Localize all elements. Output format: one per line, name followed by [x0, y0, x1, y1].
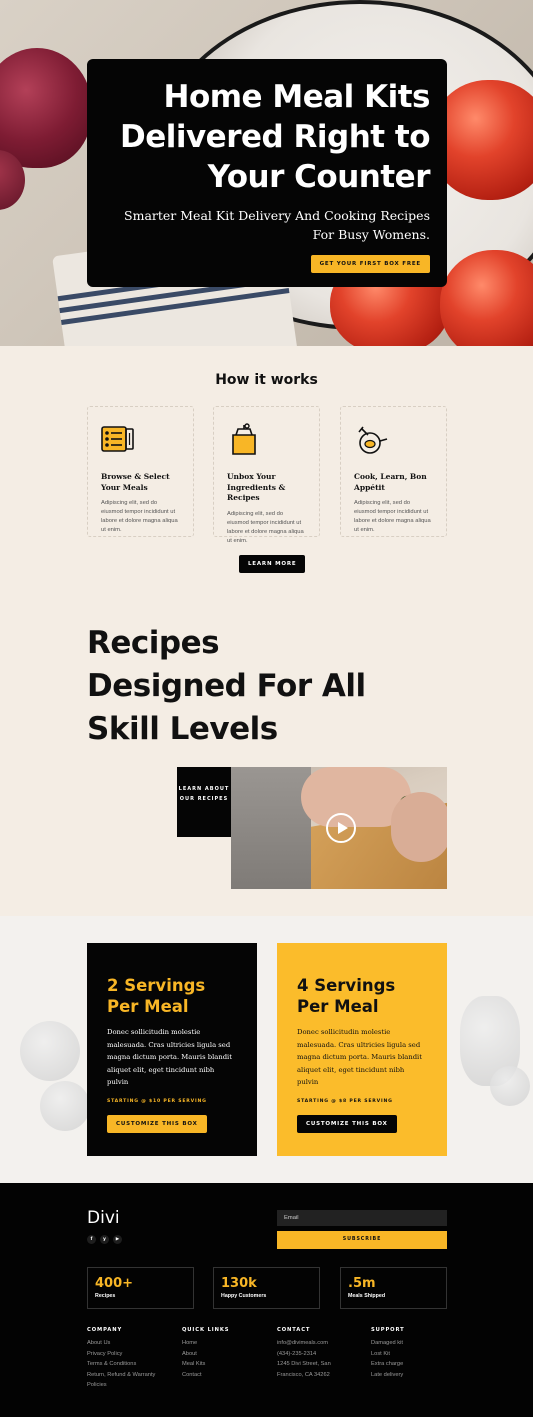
footer-column-support: SUPPORT Damaged kit Lost Kit Extra charg… [371, 1327, 461, 1380]
servings-background [0, 916, 533, 1183]
stat-label: Happy Customers [221, 1293, 267, 1299]
footer-link[interactable]: About [182, 1349, 272, 1360]
footer-link[interactable]: Privacy Policy [87, 1349, 177, 1360]
hero-title: Home Meal Kits Delivered Right to Your C… [119, 79, 431, 195]
hero-card: Home Meal Kits Delivered Right to Your C… [87, 59, 447, 287]
serving-card: 2 Servings Per Meal Donec sollicitudin m… [87, 943, 257, 1156]
vegetable-image [490, 1066, 530, 1106]
learn-more-button[interactable]: LEARN MORE [239, 555, 306, 573]
how-it-works-title: How it works [215, 372, 318, 388]
customize-box-button[interactable]: CUSTOMIZE THIS BOX [107, 1114, 207, 1133]
youtube-icon[interactable]: ▶ [113, 1235, 122, 1244]
footer-link[interactable]: Lost Kit [371, 1349, 461, 1360]
footer-link[interactable]: Extra charge [371, 1359, 461, 1370]
step-card: Browse & Select Your Meals Adipiscing el… [87, 406, 194, 537]
footer-column-contact: CONTACT info@divimeals.com (434)-235-231… [277, 1327, 367, 1380]
menu-list-icon [101, 426, 134, 452]
subscribe-button[interactable]: SUBSCRIBE [277, 1231, 447, 1249]
learn-about-recipes-label: LEARN ABOUT OUR RECIPES [178, 786, 230, 802]
footer-column-title: QUICK LINKS [182, 1327, 230, 1333]
footer-link[interactable]: info@divimeals.com [277, 1338, 367, 1349]
footer-column-title: COMPANY [87, 1327, 123, 1333]
footer-link[interactable]: About Us [87, 1338, 177, 1349]
stat-box: 400+ Recipes [87, 1267, 194, 1309]
footer-link[interactable]: Damaged kit [371, 1338, 461, 1349]
step-text: Adipiscing elit, sed do eiusmod tempor i… [227, 510, 304, 544]
serving-card: 4 Servings Per Meal Donec sollicitudin m… [277, 943, 447, 1156]
footer-link: Francisco, CA 34262 [277, 1371, 330, 1378]
footer-link[interactable]: Home [182, 1338, 272, 1349]
hand-image [391, 792, 447, 862]
serving-price: STARTING @ $8 PER SERVING [297, 1098, 393, 1104]
stat-box: .5m Meals Shipped [340, 1267, 447, 1309]
serving-title: 4 Servings Per Meal [297, 976, 396, 1016]
step-title: Browse & Select Your Meals [101, 472, 170, 492]
sleeve-image [231, 767, 311, 889]
onion-image [0, 48, 92, 168]
step-text: Adipiscing elit, sed do eiusmod tempor i… [101, 500, 178, 533]
social-links: f y ▶ [87, 1235, 122, 1244]
footer-column-quick-links: QUICK LINKS Home About Meal Kits Contact [182, 1327, 272, 1380]
stat-value: 400+ [95, 1276, 134, 1291]
recipes-title: Recipes Designed For All Skill Levels [87, 625, 366, 747]
serving-text: Donec sollicitudin molestie malesuada. C… [297, 1028, 422, 1086]
footer-column-title: CONTACT [277, 1327, 311, 1333]
stat-value: .5m [348, 1276, 376, 1291]
vegetable-image [20, 1021, 80, 1081]
footer-link: 1245 Divi Street, San [277, 1361, 331, 1368]
cooking-pan-icon [358, 426, 388, 454]
vegetable-image [40, 1081, 90, 1131]
twitter-icon[interactable]: y [100, 1235, 109, 1244]
stat-label: Recipes [95, 1293, 116, 1299]
footer-column-company: COMPANY About Us Privacy Policy Terms & … [87, 1327, 177, 1391]
recipe-video[interactable] [231, 767, 447, 889]
stat-value: 130k [221, 1276, 257, 1291]
hero-section: Home Meal Kits Delivered Right to Your C… [0, 0, 533, 346]
hero-subtitle: Smarter Meal Kit Delivery And Cooking Re… [124, 208, 430, 242]
footer: Divi f y ▶ Email SUBSCRIBE 400+ Recipes … [0, 1183, 533, 1417]
step-card: Cook, Learn, Bon Appétit Adipiscing elit… [340, 406, 447, 537]
footer-link[interactable]: Contact [182, 1370, 272, 1381]
customize-box-button[interactable]: CUSTOMIZE THIS BOX [297, 1114, 397, 1133]
footer-link[interactable]: Meal Kits [182, 1359, 272, 1370]
footer-column-title: SUPPORT [371, 1327, 405, 1333]
step-title: Unbox Your Ingredients & Recipes [227, 472, 286, 502]
footer-link[interactable]: Policies [87, 1380, 177, 1391]
step-text: Adipiscing elit, sed do eiusmod tempor i… [354, 500, 431, 533]
stat-label: Meals Shipped [348, 1293, 386, 1299]
get-first-box-button[interactable]: GET YOUR FIRST BOX FREE [310, 255, 430, 273]
serving-price: STARTING @ $10 PER SERVING [107, 1098, 207, 1104]
footer-link[interactable]: Return, Refund & Warranty [87, 1370, 177, 1381]
email-field[interactable]: Email [277, 1210, 447, 1226]
step-title: Cook, Learn, Bon Appétit [354, 472, 427, 492]
serving-text: Donec sollicitudin molestie malesuada. C… [107, 1028, 232, 1086]
facebook-icon[interactable]: f [87, 1235, 96, 1244]
footer-link[interactable]: (434)-235-2314 [277, 1349, 367, 1360]
footer-link[interactable]: Terms & Conditions [87, 1359, 177, 1370]
step-card: Unbox Your Ingredients & Recipes Adipisc… [213, 406, 320, 544]
learn-about-recipes-link[interactable]: LEARN ABOUT OUR RECIPES [177, 767, 231, 837]
stat-box: 130k Happy Customers [213, 1267, 320, 1309]
play-icon[interactable] [326, 813, 356, 843]
footer-link[interactable]: Late delivery [371, 1370, 461, 1381]
logo[interactable]: Divi [87, 1208, 120, 1228]
serving-title: 2 Servings Per Meal [107, 976, 206, 1016]
grocery-bag-icon [232, 423, 256, 455]
